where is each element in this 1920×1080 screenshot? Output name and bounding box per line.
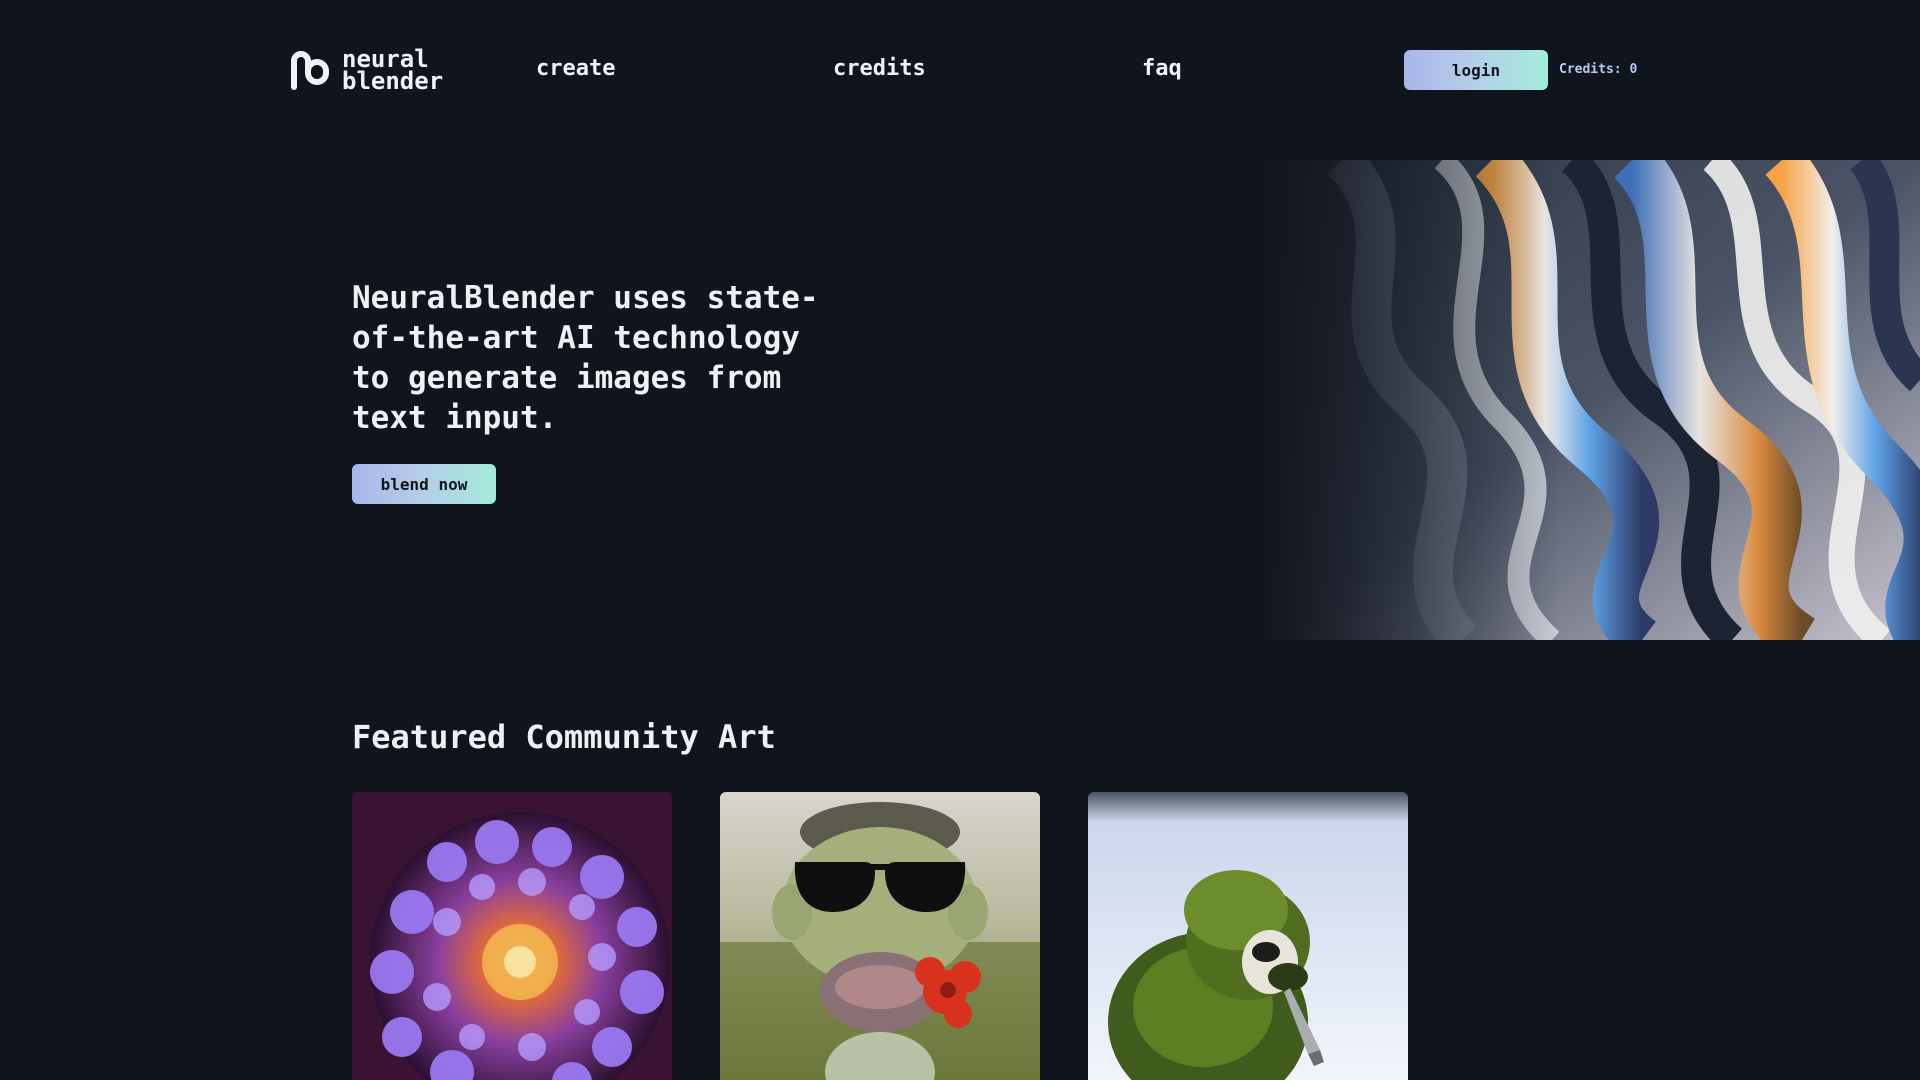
nav-faq-link[interactable]: faq (1142, 56, 1182, 81)
hero-heading: NeuralBlender uses state-of-the-art AI t… (352, 280, 819, 436)
nav-create-link[interactable]: create (536, 56, 615, 81)
brand-name: neural blender (342, 47, 444, 95)
credits-balance: Credits: 0 (1559, 62, 1638, 77)
blend-now-button[interactable]: blend now (352, 464, 496, 504)
featured-art-card[interactable] (1088, 792, 1408, 1080)
green-monkey-with-knife-art (1088, 792, 1408, 1080)
login-button[interactable]: login (1404, 50, 1548, 90)
nav-credits-link[interactable]: credits (833, 56, 926, 81)
featured-art-card[interactable] (352, 792, 672, 1080)
featured-art-card[interactable] (720, 792, 1040, 1080)
neural-blender-logo-icon (291, 51, 329, 90)
page: neural blender create credits faq login … (0, 0, 1920, 1080)
purple-sea-anemone-art (352, 792, 672, 1080)
sunglasses-creature-with-red-flower-art (720, 792, 1040, 1080)
iridescent-liquid-swirl-art (1262, 160, 1920, 640)
brand-logo-link[interactable]: neural blender (286, 47, 443, 93)
featured-section-title: Featured Community Art (352, 718, 776, 756)
hero-image (1262, 160, 1920, 640)
brand-name-line2: blender (342, 67, 444, 95)
